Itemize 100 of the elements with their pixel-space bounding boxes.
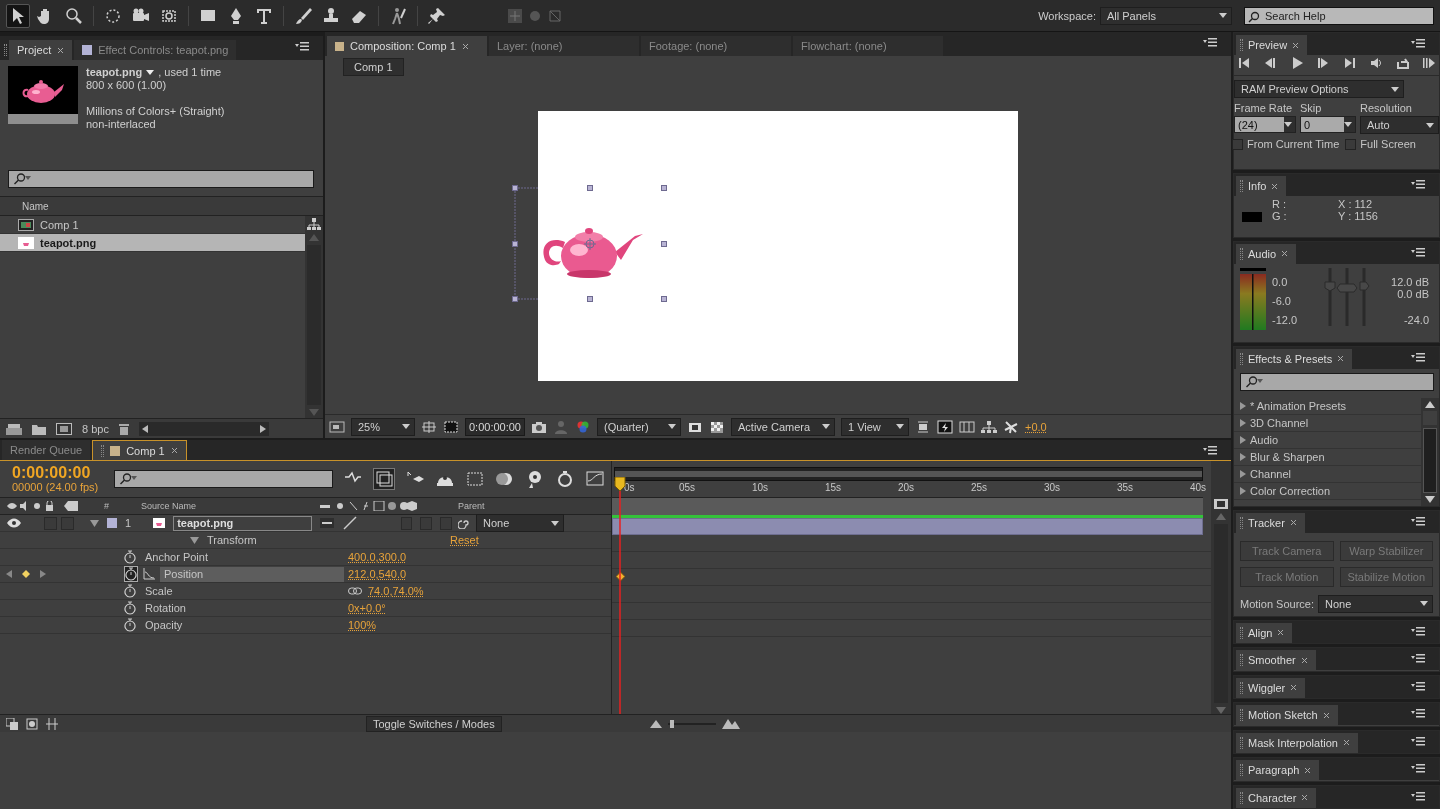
stopwatch-icon[interactable]	[124, 601, 136, 615]
project-search-field[interactable]	[8, 170, 314, 188]
play-icon[interactable]	[1290, 57, 1303, 69]
panel-tab[interactable]: Mask Interpolation	[1236, 732, 1358, 753]
draft-3d-icon[interactable]	[374, 469, 394, 489]
panel-grip-icon[interactable]	[1240, 180, 1243, 193]
in-out-toggle-icon[interactable]	[46, 717, 58, 730]
magnification-dropdown[interactable]: 25%	[351, 417, 415, 436]
effect-category[interactable]: Audio	[1234, 431, 1421, 449]
graph-view-icon[interactable]	[585, 469, 605, 489]
close-icon[interactable]	[1292, 41, 1300, 49]
scroll-up-icon[interactable]	[1425, 400, 1435, 408]
ram-preview-options-dropdown[interactable]: RAM Preview Options	[1234, 80, 1404, 98]
panel-menu-icon[interactable]	[1203, 446, 1217, 455]
search-help-field[interactable]: Search Help	[1244, 6, 1434, 25]
exposure-icon[interactable]	[1003, 419, 1019, 434]
pushpin-icon[interactable]	[427, 5, 447, 26]
effects-search-field[interactable]	[1240, 372, 1434, 391]
camera-view-dropdown[interactable]: Active Camera	[731, 417, 835, 436]
close-icon[interactable]	[1277, 629, 1285, 637]
property-value[interactable]: 400.0,300.0	[348, 551, 407, 563]
link-icon[interactable]	[348, 587, 362, 595]
panel-grip-icon[interactable]	[1240, 709, 1243, 722]
zoom-out-icon[interactable]	[649, 719, 662, 728]
collapse-triangle-icon[interactable]	[190, 535, 199, 545]
property-name[interactable]: Opacity	[141, 617, 344, 633]
effect-category[interactable]: 3D Channel	[1234, 414, 1421, 432]
panel-grip-icon[interactable]	[1240, 736, 1243, 749]
panel-tab[interactable]: Smoother	[1236, 650, 1316, 671]
switch-box[interactable]	[400, 516, 413, 530]
grid-icon[interactable]	[421, 419, 437, 434]
close-icon[interactable]	[1281, 250, 1289, 258]
panel-tab[interactable]: Info	[1236, 176, 1287, 197]
close-icon[interactable]	[1301, 794, 1309, 802]
speaker-icon[interactable]	[1370, 57, 1383, 69]
checkbox[interactable]	[1232, 138, 1243, 150]
flowchart-icon[interactable]	[307, 218, 321, 230]
switch-box[interactable]	[61, 516, 74, 530]
panel-grip-icon[interactable]	[101, 444, 105, 457]
panel-menu-icon[interactable]	[1411, 709, 1425, 719]
project-item[interactable]: teapot.png	[0, 234, 305, 252]
panel-menu-icon[interactable]	[1411, 764, 1425, 774]
color-channels-icon[interactable]	[575, 419, 591, 434]
modes-toggle-icon[interactable]	[26, 717, 38, 730]
scroll-left-icon[interactable]	[141, 424, 148, 433]
close-icon[interactable]	[1271, 182, 1279, 190]
previous-frame-icon[interactable]	[1264, 57, 1277, 69]
timecode-field[interactable]: 0:00:00:00	[465, 417, 525, 436]
property-value[interactable]: 74.0,74.0%	[368, 585, 424, 597]
layer-search-field[interactable]	[113, 470, 333, 488]
panel-tab[interactable]: Flowchart: (none)	[793, 36, 943, 56]
panel-tab[interactable]: Character	[1236, 787, 1317, 808]
panel-menu-icon[interactable]	[1411, 681, 1425, 691]
panel-tab[interactable]: Wiggler	[1236, 677, 1306, 698]
switch-box[interactable]	[440, 516, 452, 530]
first-frame-icon[interactable]	[1238, 57, 1250, 69]
panel-menu-icon[interactable]	[295, 42, 309, 51]
panel-menu-icon[interactable]	[1203, 38, 1217, 47]
layer-switches-toggle-icon[interactable]	[6, 717, 18, 730]
property-name[interactable]: Anchor Point	[141, 549, 344, 565]
workspace-dropdown[interactable]: All Panels	[1100, 6, 1232, 25]
panel-menu-icon[interactable]	[1411, 791, 1425, 801]
horizontal-scrollbar[interactable]	[138, 421, 269, 436]
close-icon[interactable]	[57, 46, 65, 54]
resolution-dropdown[interactable]: Auto	[1360, 116, 1439, 134]
switch-box[interactable]	[44, 516, 57, 530]
scroll-right-icon[interactable]	[259, 424, 266, 433]
panel-tab[interactable]: Project	[9, 40, 73, 60]
panel-grip-icon[interactable]	[1240, 626, 1243, 639]
panel-menu-icon[interactable]	[1411, 180, 1425, 190]
panel-grip-icon[interactable]	[1240, 681, 1243, 694]
effect-category[interactable]: Blur & Sharpen	[1234, 448, 1421, 466]
shy-switch-icon[interactable]	[320, 518, 334, 528]
panel-menu-icon[interactable]	[1411, 39, 1425, 48]
panel-grip-icon[interactable]	[1240, 654, 1243, 667]
interpret-footage-icon[interactable]	[6, 422, 22, 435]
reset-link[interactable]: Reset	[450, 534, 479, 546]
panel-tab[interactable]: Layer: (none)	[489, 36, 639, 56]
stopwatch-icon[interactable]	[124, 550, 136, 564]
effect-category[interactable]: Color Correction	[1234, 482, 1421, 500]
flowchart-icon[interactable]	[981, 419, 997, 434]
collapse-triangle-icon[interactable]	[90, 518, 99, 528]
panel-tab[interactable]: Preview	[1236, 35, 1308, 55]
panel-grip-icon[interactable]	[1240, 791, 1243, 804]
property-name[interactable]: Position	[160, 566, 344, 582]
label-color-icon[interactable]	[107, 518, 117, 528]
property-name[interactable]: Scale	[141, 583, 344, 599]
close-icon[interactable]	[461, 42, 469, 50]
stopwatch-icon[interactable]	[124, 618, 136, 632]
property-value[interactable]: 100%	[348, 619, 377, 631]
panel-grip-icon[interactable]	[1240, 764, 1243, 777]
stopwatch-icon[interactable]	[124, 584, 136, 598]
panel-grip-icon[interactable]	[1240, 39, 1243, 51]
layer-name[interactable]: teapot.png	[173, 515, 312, 531]
exposure-value[interactable]: +0.0	[1025, 420, 1047, 433]
ram-preview-icon[interactable]	[1422, 57, 1435, 69]
effect-category[interactable]: Channel	[1234, 465, 1421, 483]
checkbox[interactable]	[1345, 138, 1357, 150]
loop-icon[interactable]	[1396, 57, 1409, 69]
slider-thumb[interactable]	[669, 719, 674, 728]
